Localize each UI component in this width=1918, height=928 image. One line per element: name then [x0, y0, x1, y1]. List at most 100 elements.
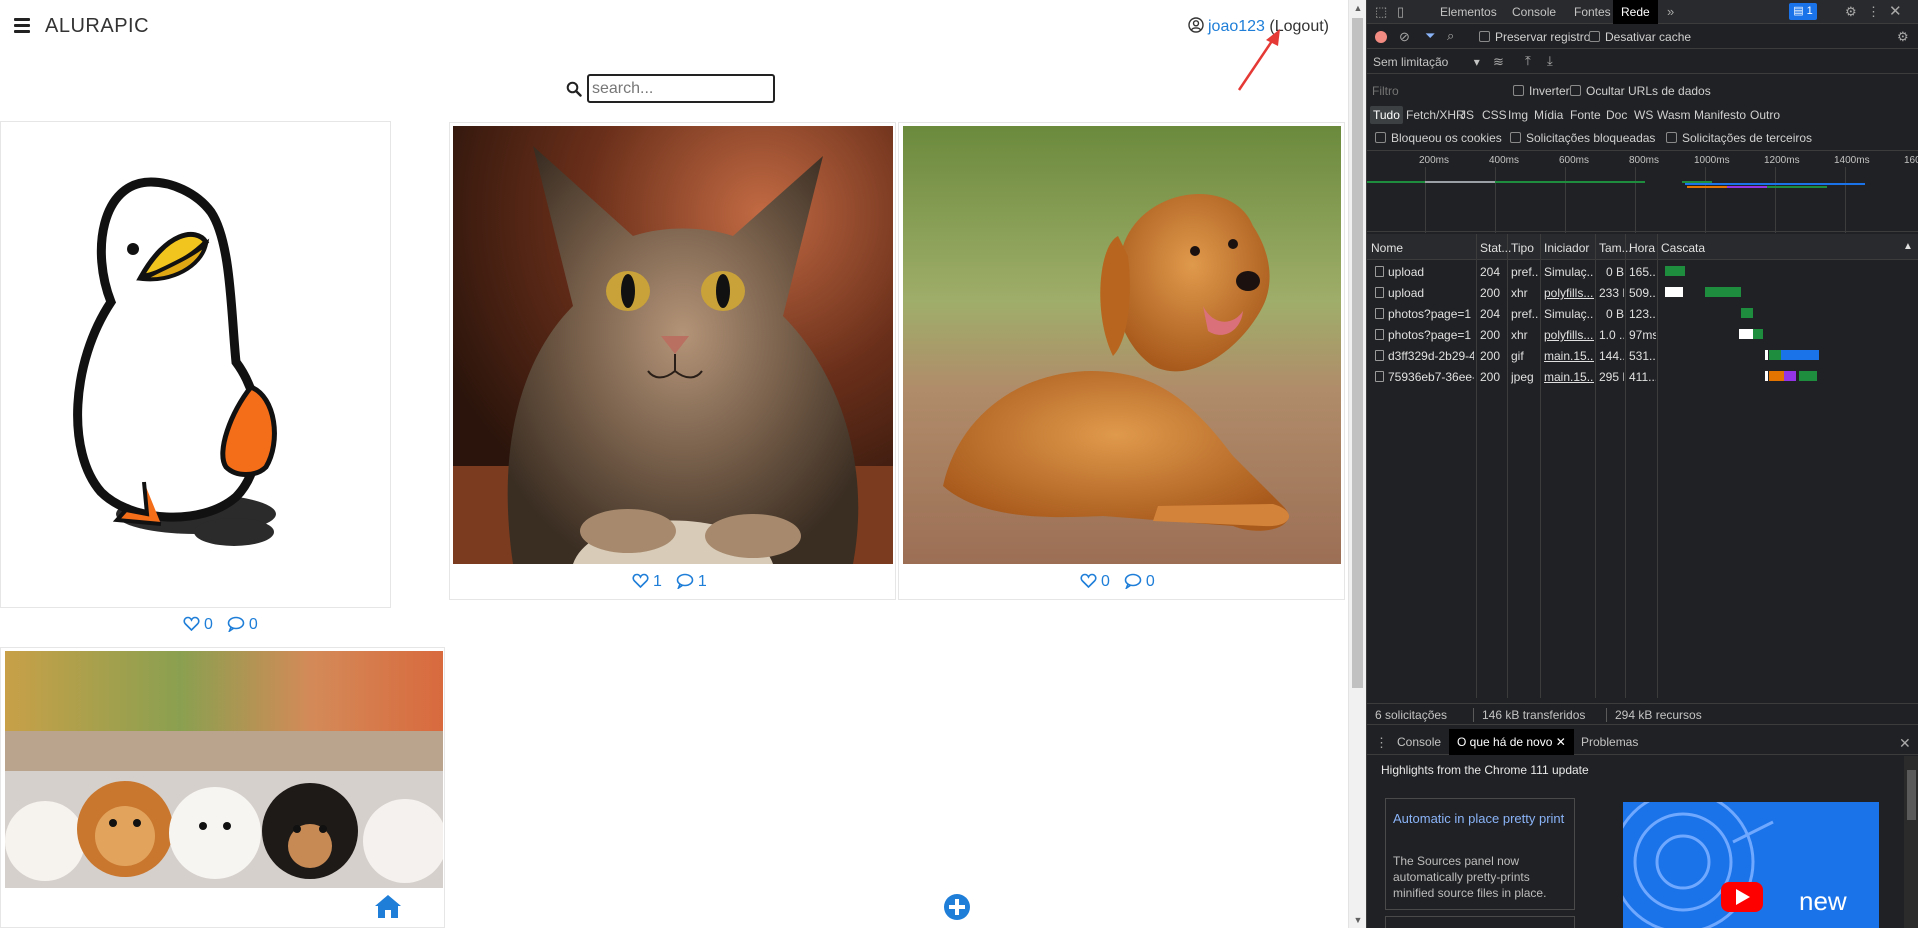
- feature-card[interactable]: [1385, 916, 1575, 928]
- close-drawer-icon[interactable]: ✕: [1899, 736, 1911, 750]
- request-name[interactable]: upload: [1388, 265, 1474, 279]
- scroll-up-icon[interactable]: ▲: [1349, 0, 1367, 16]
- request-row[interactable]: photos?page=1 200 xhr polyfills.... 1.0 ... 9…: [1367, 324, 1918, 345]
- third-party-checkbox[interactable]: Solicitações de terceiros: [1666, 131, 1812, 145]
- photo-card[interactable]: [0, 647, 445, 928]
- clear-icon[interactable]: ⊘: [1399, 30, 1410, 43]
- scrollbar-thumb[interactable]: [1352, 18, 1363, 688]
- scroll-down-icon[interactable]: ▼: [1349, 912, 1367, 928]
- request-name[interactable]: 75936eb7-36ee-...: [1388, 370, 1474, 384]
- network-requests-table: Nome Stat... Tipo Iniciador Tam... Hora …: [1367, 234, 1918, 698]
- photo-card[interactable]: [898, 122, 1345, 600]
- request-initiator[interactable]: main.15....: [1544, 370, 1594, 384]
- request-row[interactable]: upload 204 pref... Simulaç... 0 B 165...: [1367, 261, 1918, 282]
- type-filter-ws[interactable]: WS: [1631, 106, 1656, 124]
- blocked-requests-checkbox[interactable]: Solicitações bloqueadas: [1510, 131, 1655, 145]
- request-row[interactable]: d3ff329d-2b29-4... 200 gif main.15.... 144..…: [1367, 345, 1918, 366]
- blocked-cookies-checkbox[interactable]: Bloqueou os cookies: [1375, 131, 1502, 145]
- column-time[interactable]: Hora: [1629, 241, 1655, 255]
- hide-data-urls-checkbox[interactable]: Ocultar URLs de dados: [1570, 84, 1711, 98]
- photo-card[interactable]: [0, 121, 391, 608]
- request-initiator[interactable]: polyfills....: [1544, 328, 1594, 342]
- timeline-tick: 1400ms: [1834, 155, 1870, 166]
- drawer-menu-icon[interactable]: ⋮: [1375, 736, 1388, 749]
- plus-circle-icon[interactable]: [943, 893, 971, 921]
- issues-badge[interactable]: ▤ 1: [1789, 3, 1817, 20]
- type-filter-img[interactable]: Img: [1505, 106, 1531, 124]
- kebab-menu-icon[interactable]: ⋮: [1867, 5, 1880, 18]
- comment-icon[interactable]: [227, 616, 245, 637]
- home-icon[interactable]: [373, 893, 403, 919]
- request-size: 0 B: [1605, 265, 1624, 279]
- column-size[interactable]: Tam...: [1599, 241, 1632, 255]
- page-scrollbar[interactable]: ▲ ▼: [1348, 0, 1366, 928]
- tab-sources[interactable]: Fontes: [1566, 0, 1619, 24]
- request-initiator[interactable]: polyfills....: [1544, 286, 1594, 300]
- hamburger-icon[interactable]: [14, 18, 30, 34]
- type-filter-doc[interactable]: Doc: [1603, 106, 1630, 124]
- tab-elements[interactable]: Elementos: [1432, 0, 1505, 24]
- comment-icon[interactable]: [1124, 573, 1142, 594]
- type-filter-all[interactable]: Tudo: [1370, 106, 1403, 124]
- search-input[interactable]: [587, 74, 775, 103]
- request-row[interactable]: upload 200 xhr polyfills.... 233 B 509...: [1367, 282, 1918, 303]
- heart-icon[interactable]: [632, 573, 649, 594]
- filter-input[interactable]: [1369, 82, 1531, 100]
- waterfall-bar: [1784, 371, 1796, 381]
- sort-ascending-icon[interactable]: ▲: [1903, 241, 1913, 252]
- column-name[interactable]: Nome: [1371, 241, 1403, 255]
- comment-icon[interactable]: [676, 573, 694, 594]
- waterfall-bar: [1799, 371, 1817, 381]
- heart-icon[interactable]: [1080, 573, 1097, 594]
- disable-cache-checkbox[interactable]: Desativar cache: [1589, 30, 1691, 44]
- type-filter-wasm[interactable]: Wasm: [1654, 106, 1694, 124]
- tab-console[interactable]: Console: [1504, 0, 1564, 24]
- type-filter-media[interactable]: Mídia: [1531, 106, 1566, 124]
- timeline-tick: 1200ms: [1764, 155, 1800, 166]
- more-tabs-icon[interactable]: »: [1667, 5, 1674, 18]
- settings-gear-icon[interactable]: ⚙: [1845, 5, 1857, 18]
- close-tab-icon[interactable]: ✕: [1556, 735, 1566, 749]
- request-name[interactable]: upload: [1388, 286, 1474, 300]
- request-name[interactable]: d3ff329d-2b29-4...: [1388, 349, 1474, 363]
- column-initiator[interactable]: Iniciador: [1544, 241, 1589, 255]
- inspect-element-icon[interactable]: ⬚: [1375, 5, 1387, 18]
- filter-icon[interactable]: ⏷: [1425, 29, 1435, 42]
- request-row[interactable]: 75936eb7-36ee-... 200 jpeg main.15.... 295 B…: [1367, 366, 1918, 387]
- request-row[interactable]: photos?page=1 204 pref... Simulaç... 0 B 123.…: [1367, 303, 1918, 324]
- request-name[interactable]: photos?page=1: [1388, 328, 1474, 342]
- request-name[interactable]: photos?page=1: [1388, 307, 1474, 321]
- export-har-icon[interactable]: ⤓: [1547, 54, 1553, 67]
- invert-checkbox[interactable]: Inverter: [1513, 84, 1570, 98]
- drawer-tab-issues[interactable]: Problemas: [1573, 729, 1646, 755]
- device-toolbar-icon[interactable]: ▯: [1397, 5, 1404, 18]
- drawer-tab-whats-new[interactable]: O que há de novo ✕: [1449, 729, 1574, 755]
- import-har-icon[interactable]: ⤒: [1525, 54, 1531, 67]
- type-filter-manifest[interactable]: Manifesto: [1691, 106, 1749, 124]
- photo-card[interactable]: [449, 122, 896, 600]
- network-settings-icon[interactable]: ⚙: [1897, 30, 1909, 43]
- video-thumbnail[interactable]: new: [1623, 802, 1879, 928]
- record-icon[interactable]: [1375, 31, 1387, 43]
- preserve-log-checkbox[interactable]: Preservar registro: [1479, 30, 1590, 44]
- column-waterfall[interactable]: Cascata: [1661, 241, 1705, 255]
- tab-network[interactable]: Rede: [1613, 0, 1658, 24]
- close-devtools-icon[interactable]: ✕: [1889, 4, 1902, 19]
- type-filter-js[interactable]: JS: [1457, 106, 1477, 124]
- drawer-scrollbar[interactable]: [1904, 756, 1918, 928]
- request-initiator[interactable]: main.15....: [1544, 349, 1594, 363]
- network-overview-timeline[interactable]: 200ms 400ms 600ms 800ms 1000ms 1200ms 14…: [1367, 150, 1918, 233]
- timeline-tick: 200ms: [1419, 155, 1450, 166]
- feature-card-title[interactable]: Automatic in place pretty print: [1393, 805, 1571, 833]
- type-filter-other[interactable]: Outro: [1747, 106, 1783, 124]
- feature-card[interactable]: Automatic in place pretty print The Sour…: [1385, 798, 1575, 910]
- throttling-select[interactable]: Sem limitação ▾: [1373, 55, 1480, 69]
- search-icon[interactable]: ⌕: [1447, 29, 1454, 42]
- column-type[interactable]: Tipo: [1511, 241, 1534, 255]
- drawer-scrollbar-thumb[interactable]: [1907, 770, 1916, 820]
- wifi-icon[interactable]: ≋: [1493, 55, 1504, 68]
- heart-icon[interactable]: [183, 616, 200, 637]
- type-filter-font[interactable]: Fonte: [1567, 106, 1604, 124]
- preserve-log-label: Preservar registro: [1495, 30, 1591, 44]
- drawer-tab-console[interactable]: Console: [1389, 729, 1449, 755]
